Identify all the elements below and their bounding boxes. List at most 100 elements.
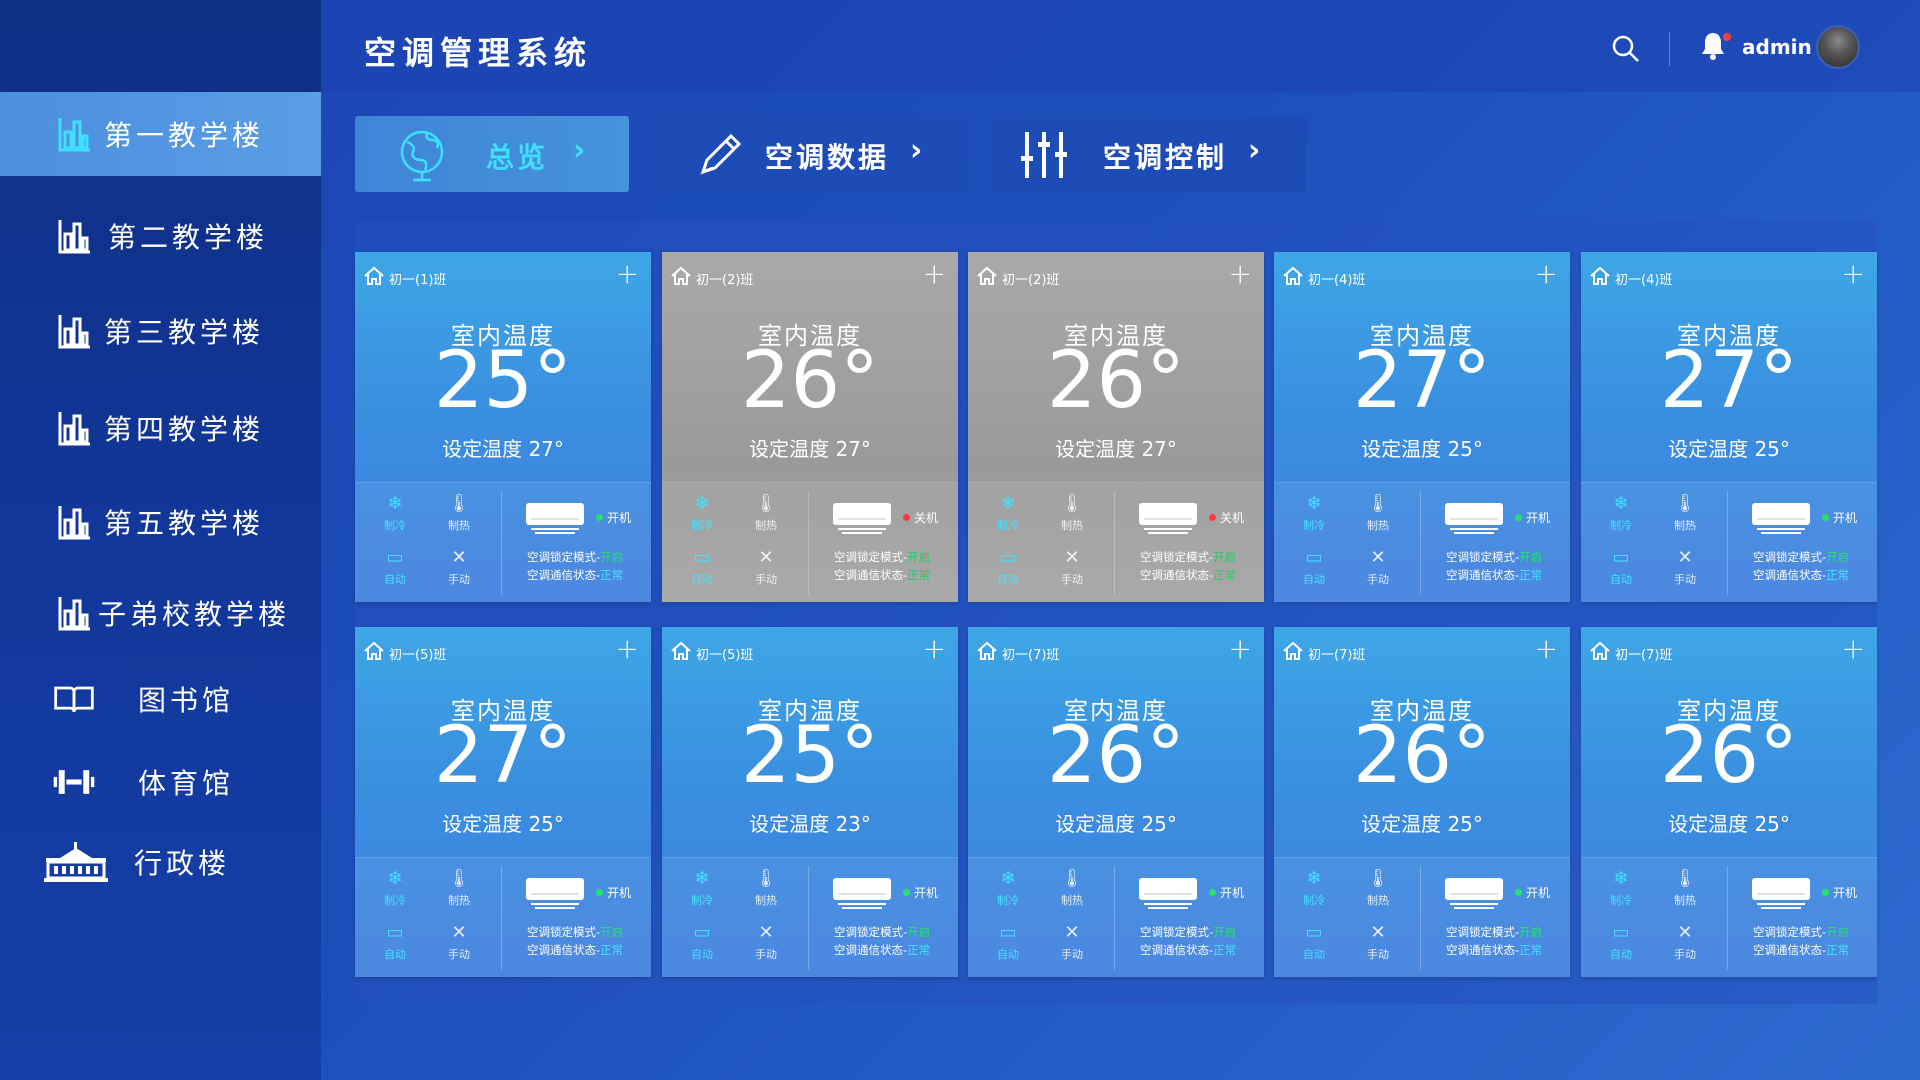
auto-mode-button[interactable]: ▭ 自动	[1294, 922, 1334, 962]
heat-mode-button[interactable]: 🌡︎ 制热	[1052, 868, 1092, 908]
lock-mode-status: 空调锁定模式-开启	[1446, 925, 1543, 939]
sidebar-item-admin-building[interactable]: 行政楼	[0, 820, 321, 904]
heat-mode-button[interactable]: 🌡︎ 制热	[439, 868, 479, 908]
power-status[interactable]: 开机	[1515, 884, 1550, 901]
mode-label: 制热	[755, 519, 777, 532]
manual-mode-button[interactable]: ✕ 手动	[1665, 547, 1705, 587]
auto-mode-button[interactable]: ▭ 自动	[1601, 547, 1641, 587]
ac-card[interactable]: 初一(2)班 + 室内温度 26° 设定温度 27° ❄ 制冷 🌡︎ 制热 ▭ …	[662, 252, 958, 602]
heat-mode-button[interactable]: 🌡︎ 制热	[1358, 493, 1398, 533]
sidebar-item-building-1[interactable]: 第一教学楼	[0, 92, 321, 176]
divider	[1420, 491, 1421, 595]
sidebar-item-building-4[interactable]: 第四教学楼	[0, 386, 321, 470]
snowflake-icon: ❄	[1000, 493, 1016, 514]
manual-mode-button[interactable]: ✕ 手动	[1665, 922, 1705, 962]
cool-mode-button[interactable]: ❄ 制冷	[988, 868, 1028, 908]
cool-mode-button[interactable]: ❄ 制冷	[682, 868, 722, 908]
power-status[interactable]: 开机	[903, 884, 938, 901]
power-status[interactable]: 开机	[596, 884, 631, 901]
monitor-icon: ▭	[693, 547, 711, 568]
auto-mode-button[interactable]: ▭ 自动	[988, 922, 1028, 962]
add-icon[interactable]: +	[1535, 260, 1558, 288]
ac-card[interactable]: 初一(2)班 + 室内温度 26° 设定温度 27° ❄ 制冷 🌡︎ 制热 ▭ …	[968, 252, 1264, 602]
auto-mode-button[interactable]: ▭ 自动	[375, 922, 415, 962]
power-dot	[903, 889, 910, 896]
cool-mode-button[interactable]: ❄ 制冷	[1294, 868, 1334, 908]
ac-card[interactable]: 初一(7)班 + 室内温度 26° 设定温度 25° ❄ 制冷 🌡︎ 制热 ▭ …	[1581, 627, 1877, 977]
cool-mode-button[interactable]: ❄ 制冷	[375, 493, 415, 533]
auto-mode-button[interactable]: ▭ 自动	[682, 547, 722, 587]
heat-mode-button[interactable]: 🌡︎ 制热	[746, 868, 786, 908]
home-icon	[670, 641, 692, 661]
heat-mode-button[interactable]: 🌡︎ 制热	[1358, 868, 1398, 908]
add-icon[interactable]: +	[616, 635, 639, 663]
tab-overview[interactable]: 总览 ›	[355, 116, 629, 192]
auto-mode-button[interactable]: ▭ 自动	[1294, 547, 1334, 587]
manual-mode-button[interactable]: ✕ 手动	[1052, 922, 1092, 962]
power-status[interactable]: 关机	[903, 509, 938, 526]
mode-label: 手动	[1061, 948, 1083, 961]
heat-mode-button[interactable]: 🌡︎ 制热	[1665, 493, 1705, 533]
power-status[interactable]: 开机	[1822, 509, 1857, 526]
add-icon[interactable]: +	[1842, 260, 1865, 288]
cool-mode-button[interactable]: ❄ 制冷	[1601, 493, 1641, 533]
mode-label: 手动	[448, 573, 470, 586]
auto-mode-button[interactable]: ▭ 自动	[375, 547, 415, 587]
tab-ac-data[interactable]: 空调数据 ›	[653, 116, 968, 192]
ac-card[interactable]: 初一(7)班 + 室内温度 26° 设定温度 25° ❄ 制冷 🌡︎ 制热 ▭ …	[968, 627, 1264, 977]
set-temp: 设定温度 27°	[1055, 437, 1177, 461]
sidebar-item-school-building[interactable]: 子弟校教学楼	[0, 571, 321, 655]
cool-mode-button[interactable]: ❄ 制冷	[1294, 493, 1334, 533]
ac-card[interactable]: 初一(7)班 + 室内温度 26° 设定温度 25° ❄ 制冷 🌡︎ 制热 ▭ …	[1274, 627, 1570, 977]
cool-mode-button[interactable]: ❄ 制冷	[375, 868, 415, 908]
auto-mode-button[interactable]: ▭ 自动	[682, 922, 722, 962]
manual-mode-button[interactable]: ✕ 手动	[439, 922, 479, 962]
manual-mode-button[interactable]: ✕ 手动	[746, 922, 786, 962]
sidebar-item-building-5[interactable]: 第五教学楼	[0, 480, 321, 564]
comm-status: 空调通信状态-正常	[1753, 943, 1850, 957]
top-header: 空调管理系统 admin	[321, 0, 1920, 92]
ac-card[interactable]: 初一(4)班 + 室内温度 27° 设定温度 25° ❄ 制冷 🌡︎ 制热 ▭ …	[1274, 252, 1570, 602]
heat-mode-button[interactable]: 🌡︎ 制热	[746, 493, 786, 533]
sidebar-item-library[interactable]: 图书馆	[0, 657, 321, 741]
ac-card[interactable]: 初一(1)班 + 室内温度 25° 设定温度 27° ❄ 制冷 🌡︎ 制热 ▭ …	[355, 252, 651, 602]
auto-mode-button[interactable]: ▭ 自动	[1601, 922, 1641, 962]
sidebar-item-building-2[interactable]: 第二教学楼	[0, 194, 321, 278]
manual-mode-button[interactable]: ✕ 手动	[1358, 547, 1398, 587]
ac-card[interactable]: 初一(5)班 + 室内温度 27° 设定温度 25° ❄ 制冷 🌡︎ 制热 ▭ …	[355, 627, 651, 977]
auto-mode-button[interactable]: ▭ 自动	[988, 547, 1028, 587]
cool-mode-button[interactable]: ❄ 制冷	[988, 493, 1028, 533]
sidebar-item-building-3[interactable]: 第三教学楼	[0, 289, 321, 373]
avatar[interactable]	[1816, 25, 1860, 69]
sidebar-item-gym[interactable]: 体育馆	[0, 740, 321, 824]
tab-ac-control[interactable]: 空调控制 ›	[991, 116, 1306, 192]
heat-mode-button[interactable]: 🌡︎ 制热	[1665, 868, 1705, 908]
tab-label: 总览	[486, 141, 549, 174]
power-status[interactable]: 关机	[1209, 509, 1244, 526]
cool-mode-button[interactable]: ❄ 制冷	[682, 493, 722, 533]
manual-mode-button[interactable]: ✕ 手动	[746, 547, 786, 587]
heat-mode-button[interactable]: 🌡︎ 制热	[439, 493, 479, 533]
power-status[interactable]: 开机	[1515, 509, 1550, 526]
add-icon[interactable]: +	[1229, 260, 1252, 288]
card-controls: ❄ 制冷 🌡︎ 制热 ▭ 自动 ✕ 手动 关机 空调锁定模式-开启 空调通信状态…	[968, 482, 1264, 602]
add-icon[interactable]: +	[923, 260, 946, 288]
add-icon[interactable]: +	[1229, 635, 1252, 663]
manual-mode-button[interactable]: ✕ 手动	[1052, 547, 1092, 587]
ac-card[interactable]: 初一(5)班 + 室内温度 25° 设定温度 23° ❄ 制冷 🌡︎ 制热 ▭ …	[662, 627, 958, 977]
manual-mode-button[interactable]: ✕ 手动	[439, 547, 479, 587]
power-status[interactable]: 开机	[1822, 884, 1857, 901]
username[interactable]: admin	[1742, 35, 1812, 59]
add-icon[interactable]: +	[1842, 635, 1865, 663]
search-icon[interactable]	[1611, 34, 1641, 64]
card-controls: ❄ 制冷 🌡︎ 制热 ▭ 自动 ✕ 手动 开机 空调锁定模式-开启 空调通信状态…	[1274, 482, 1570, 602]
add-icon[interactable]: +	[616, 260, 639, 288]
cool-mode-button[interactable]: ❄ 制冷	[1601, 868, 1641, 908]
add-icon[interactable]: +	[923, 635, 946, 663]
power-status[interactable]: 开机	[1209, 884, 1244, 901]
power-status[interactable]: 开机	[596, 509, 631, 526]
ac-card[interactable]: 初一(4)班 + 室内温度 27° 设定温度 25° ❄ 制冷 🌡︎ 制热 ▭ …	[1581, 252, 1877, 602]
heat-mode-button[interactable]: 🌡︎ 制热	[1052, 493, 1092, 533]
add-icon[interactable]: +	[1535, 635, 1558, 663]
manual-mode-button[interactable]: ✕ 手动	[1358, 922, 1398, 962]
